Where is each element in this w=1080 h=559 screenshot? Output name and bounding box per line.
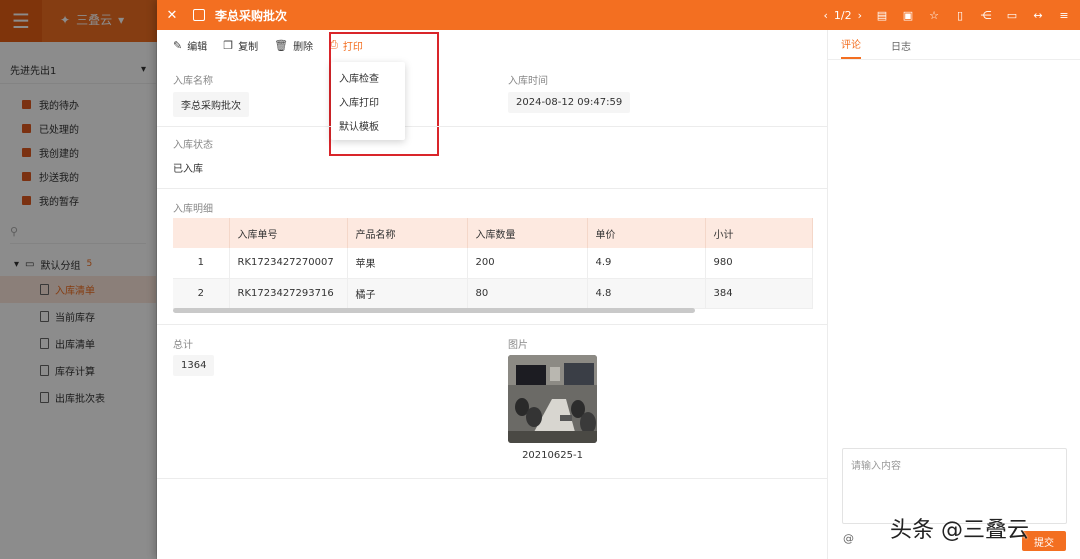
share-icon[interactable]: ⋲ (980, 9, 992, 22)
image-label: 图片 (508, 340, 528, 351)
table-cell: 2 (173, 278, 230, 309)
name-value: 李总采购批次 (173, 92, 249, 117)
form-icon (193, 9, 205, 21)
column-header: 小计 (705, 218, 813, 248)
table-header-row: 入库单号 产品名称 入库数量 单价 小计 (173, 218, 813, 248)
name-label: 入库名称 (173, 76, 213, 87)
table-cell: RK1723427270007 (229, 248, 348, 279)
edit-label: 编辑 (187, 41, 208, 53)
chevron-left-icon[interactable]: ‹ (823, 9, 827, 22)
print-menu-item-print[interactable]: 入库打印 (331, 89, 405, 113)
column-header (173, 218, 230, 248)
meeting-room-photo (508, 355, 597, 443)
tab-comments[interactable]: 评论 (841, 36, 861, 59)
trash-icon: 🗑 (274, 38, 289, 52)
total-label: 总计 (173, 340, 193, 351)
mention-icon[interactable]: @ (843, 532, 854, 545)
side-tabs: 评论 日志 (828, 30, 1080, 60)
pager-text: 1/2 (833, 8, 852, 22)
delete-label: 删除 (293, 41, 314, 53)
edit-button[interactable]: ✎ 编辑 (173, 38, 207, 53)
table-cell: 橘子 (347, 278, 468, 309)
print-dropdown-menu: 入库检查 入库打印 默认模板 (331, 62, 405, 140)
image-thumbnail[interactable] (508, 355, 597, 443)
time-value: 2024-08-12 09:47:59 (508, 92, 631, 113)
table-cell: 980 (705, 248, 813, 279)
detail-table: 入库单号 产品名称 入库数量 单价 小计 1 RK1723427270007 苹… (173, 218, 813, 309)
drawer-header: ✕ 李总采购批次 ‹ 1/2 › ▤ ▣ ☆ ▯ ⋲ ▭ ↔ ≡ (157, 0, 1080, 30)
table-row[interactable]: 2 RK1723427293716 橘子 80 4.8 384 (173, 278, 813, 309)
status-value: 已入库 (173, 164, 203, 175)
clipboard-icon[interactable]: ▣ (902, 9, 914, 22)
comment-placeholder: 请输入内容 (851, 461, 901, 472)
delete-button[interactable]: 🗑 删除 (274, 38, 313, 53)
table-row[interactable]: 1 RK1723427270007 苹果 200 4.9 980 (173, 248, 813, 279)
star-icon[interactable]: ☆ (928, 9, 940, 22)
drawer-side-panel: 评论 日志 请输入内容 @ 提交 (827, 30, 1080, 559)
table-cell: 1 (173, 248, 230, 279)
pencil-icon: ✎ (173, 38, 183, 52)
copy-button[interactable]: ❐ 复制 (223, 38, 258, 53)
table-cell: 苹果 (347, 248, 468, 279)
table-cell: 4.8 (587, 278, 706, 309)
chevron-right-icon[interactable]: › (858, 9, 862, 22)
drawer-main: ✎ 编辑 ❐ 复制 🗑 删除 ⎙ 打印 入库检查 入库打印 默认模板 入库名称 李总采购… (157, 30, 827, 559)
image-caption: 20210625-1 (522, 450, 583, 461)
menu-icon[interactable]: ≡ (1058, 9, 1070, 22)
bookmark-icon[interactable]: ▯ (954, 9, 966, 22)
time-label: 入库时间 (508, 76, 548, 87)
copy-label: 复制 (238, 41, 259, 53)
print-menu-item-inspect[interactable]: 入库检查 (331, 65, 405, 89)
record-drawer: ✕ 李总采购批次 ‹ 1/2 › ▤ ▣ ☆ ▯ ⋲ ▭ ↔ ≡ ✎ 编辑 ❐ 复制… (157, 0, 1080, 559)
divider (157, 478, 827, 479)
header-actions: ‹ 1/2 › ▤ ▣ ☆ ▯ ⋲ ▭ ↔ ≡ (823, 0, 1070, 30)
close-icon[interactable]: ✕ (157, 8, 187, 23)
divider (157, 324, 827, 325)
record-toolbar: ✎ 编辑 ❐ 复制 🗑 删除 ⎙ 打印 (157, 30, 827, 60)
table-horizontal-scrollbar[interactable] (173, 308, 695, 313)
table-icon[interactable]: ▤ (876, 9, 888, 22)
column-header: 产品名称 (347, 218, 468, 248)
column-header: 入库数量 (467, 218, 588, 248)
table-cell: 4.9 (587, 248, 706, 279)
table-cell: 80 (467, 278, 588, 309)
copy-icon: ❐ (223, 38, 234, 52)
watermark: 头条 @三叠云 (890, 518, 1029, 543)
expand-icon[interactable]: ↔ (1032, 9, 1044, 22)
record-pager: ‹ 1/2 › (823, 9, 862, 22)
status-label: 入库状态 (173, 140, 213, 151)
divider (157, 126, 827, 127)
table-cell: RK1723427293716 (229, 278, 348, 309)
print-menu-item-default-template[interactable]: 默认模板 (331, 113, 405, 137)
note-icon[interactable]: ▭ (1006, 9, 1018, 22)
column-header: 单价 (587, 218, 706, 248)
column-header: 入库单号 (229, 218, 348, 248)
tab-logs[interactable]: 日志 (891, 38, 911, 59)
detail-label: 入库明细 (173, 204, 213, 215)
total-value: 1364 (173, 355, 215, 376)
table-cell: 200 (467, 248, 588, 279)
divider (157, 188, 827, 189)
table-cell: 384 (705, 278, 813, 309)
drawer-title: 李总采购批次 (215, 8, 288, 23)
